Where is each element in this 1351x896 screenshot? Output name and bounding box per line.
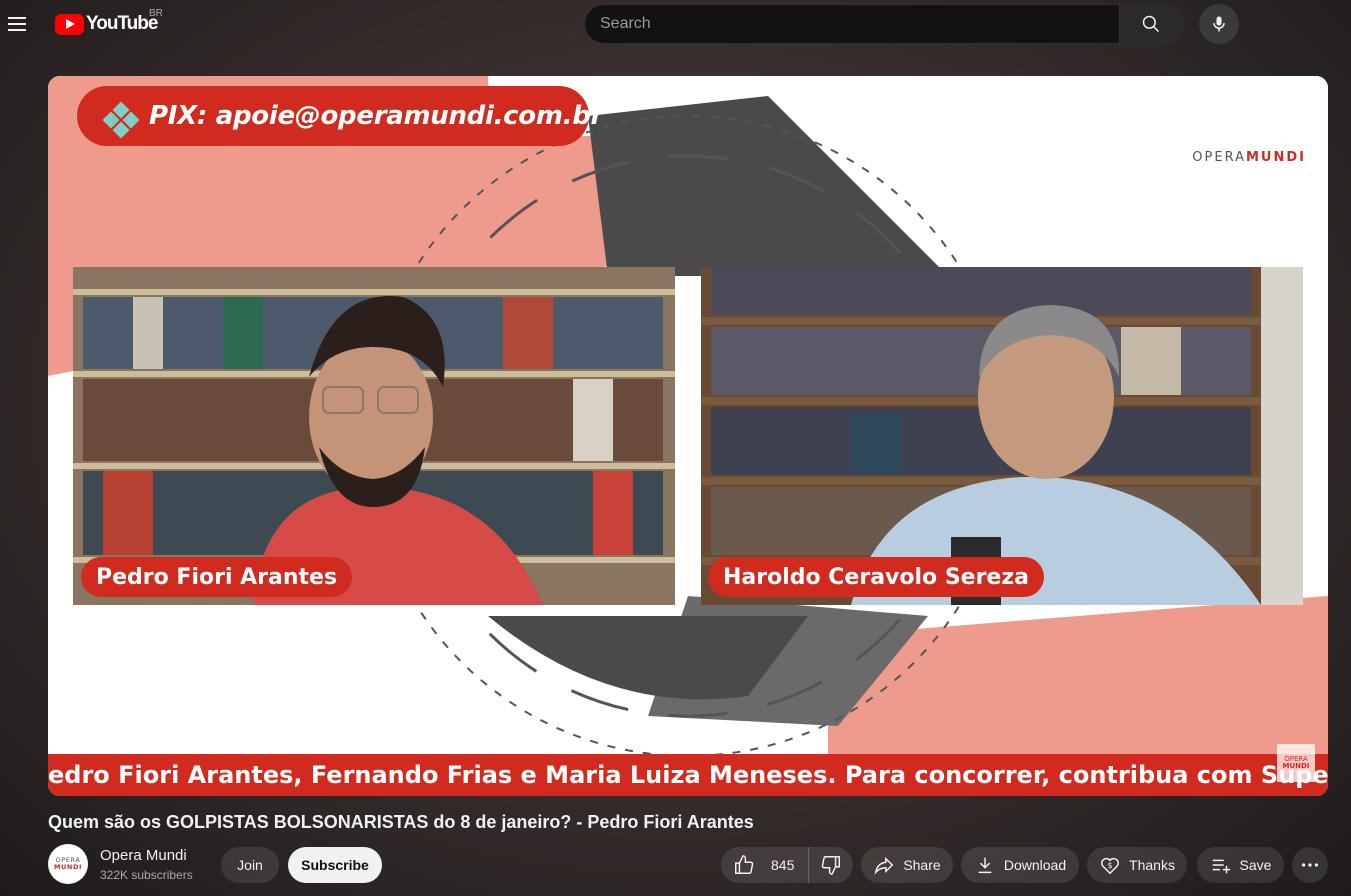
speaker-left-image: [73, 267, 675, 605]
opera-mundi-brand: OPERAMUNDI: [1192, 150, 1306, 165]
thanks-label: Thanks: [1129, 857, 1175, 873]
channel-avatar[interactable]: OPERA MUNDI: [48, 844, 88, 884]
save-button[interactable]: Save: [1197, 847, 1284, 883]
logo-text: YouTube: [86, 13, 158, 34]
youtube-logo[interactable]: YouTube: [55, 12, 158, 36]
speaker-camera-left: Pedro Fiori Arantes: [73, 267, 675, 605]
mic-icon: [1213, 16, 1225, 32]
search-input[interactable]: [600, 15, 1119, 33]
voice-search-button[interactable]: [1199, 4, 1239, 44]
save-icon: [1212, 859, 1230, 874]
save-label: Save: [1239, 857, 1272, 873]
video-title: Quem são os GOLPISTAS BOLSONARISTAS do 8…: [48, 812, 754, 832]
watermark-bottom: MUNDI: [1282, 762, 1310, 770]
region-code: BR: [149, 8, 163, 19]
news-ticker: edro Fiori Arantes, Fernando Frias e Mar…: [48, 754, 1328, 796]
download-label: Download: [1003, 857, 1067, 873]
speaker-right-name-tag: Haroldo Ceravolo Sereza: [708, 557, 1045, 597]
thanks-button[interactable]: $ Thanks: [1087, 847, 1187, 883]
speaker-right-image: [701, 267, 1303, 605]
share-icon: [874, 856, 894, 875]
dislike-button[interactable]: [809, 847, 853, 883]
channel-name[interactable]: Opera Mundi: [100, 847, 187, 864]
avatar-bottom: MUNDI: [53, 863, 82, 871]
masthead: YouTube BR: [0, 0, 1351, 48]
share-button[interactable]: Share: [861, 847, 953, 883]
more-icon: [1301, 863, 1319, 867]
download-icon: [978, 857, 992, 874]
search-icon: [1142, 15, 1160, 33]
like-count: 845: [771, 857, 795, 873]
dislike-icon: [821, 856, 841, 875]
search-box: [584, 4, 1120, 44]
brand-prefix: OPERA: [1192, 150, 1246, 165]
download-button[interactable]: Download: [961, 847, 1079, 883]
channel-watermark[interactable]: OPERA MUNDI: [1277, 744, 1315, 782]
speaker-camera-right: Haroldo Ceravolo Sereza: [701, 267, 1303, 605]
thanks-icon: $: [1101, 857, 1120, 875]
menu-icon[interactable]: [8, 10, 32, 38]
like-button[interactable]: 845: [721, 847, 810, 883]
svg-text:$: $: [1107, 860, 1112, 870]
ticker-text: edro Fiori Arantes, Fernando Frias e Mar…: [48, 761, 1328, 789]
join-button[interactable]: Join: [221, 847, 279, 883]
pix-banner-text: PIX: apoie@operamundi.com.br: [149, 101, 604, 131]
youtube-play-icon: [55, 13, 84, 35]
speaker-left-name-tag: Pedro Fiori Arantes: [81, 557, 353, 597]
more-actions-button[interactable]: [1292, 847, 1328, 883]
pix-icon: [103, 102, 139, 138]
like-icon: [735, 855, 754, 874]
brand-suffix: MUNDI: [1245, 150, 1306, 165]
video-player[interactable]: PIX: apoie@operamundi.com.br OPERAMUNDI: [48, 76, 1328, 796]
subscriber-count: 322K subscribers: [100, 868, 193, 882]
subscribe-button[interactable]: Subscribe: [288, 847, 382, 883]
pix-banner: PIX: apoie@operamundi.com.br: [77, 86, 603, 146]
search-button[interactable]: [1119, 4, 1183, 44]
like-dislike-group: 845: [721, 847, 853, 883]
share-label: Share: [903, 857, 941, 873]
